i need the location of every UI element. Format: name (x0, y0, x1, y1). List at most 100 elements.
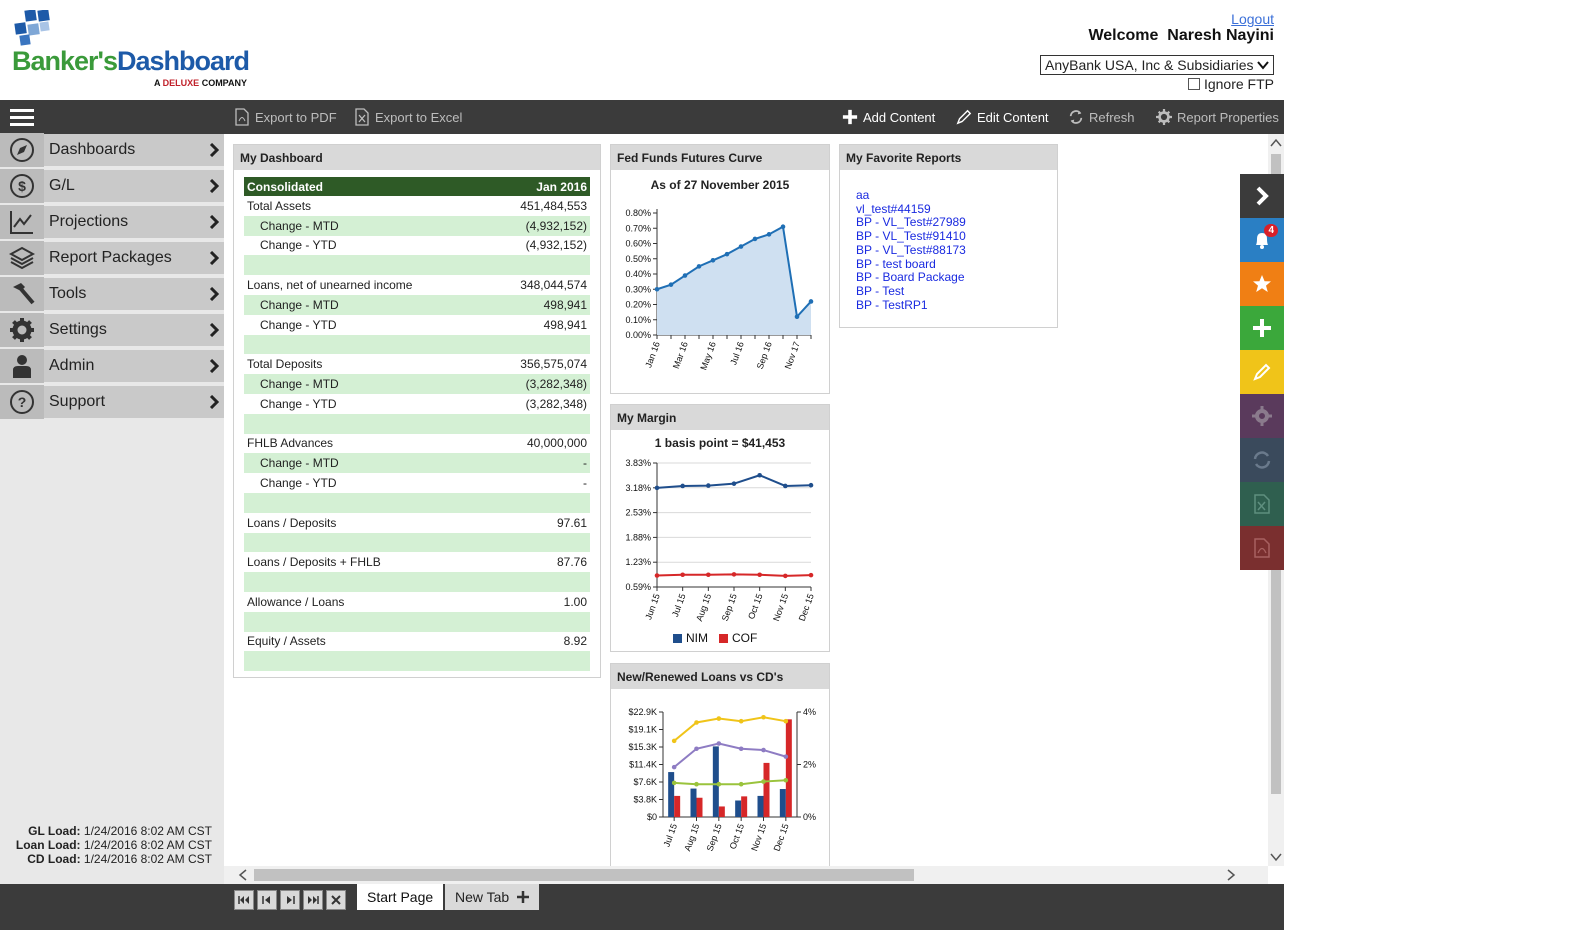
sidebar-item-label: Report Packages (49, 249, 172, 266)
svg-text:$: $ (18, 178, 26, 194)
chart-title: 1 basis point = $41,453 (654, 436, 786, 450)
sidebar-item-support[interactable]: ? Support (0, 385, 224, 420)
horizontal-scroll-thumb[interactable] (254, 869, 914, 881)
y2-tick-label: 2% (803, 760, 816, 770)
x-tick-label: Aug 15 (694, 592, 713, 622)
data-point (706, 483, 711, 488)
row-value: - (583, 476, 587, 491)
row-value: 356,575,074 (520, 357, 587, 372)
blank-area (1284, 0, 1580, 930)
y-tick-label: $11.4K (629, 760, 657, 770)
notifications-button[interactable]: 4 (1240, 218, 1284, 262)
data-point (761, 779, 766, 784)
scroll-right-icon[interactable] (1224, 866, 1238, 884)
table-row: Total Assets 451,484,553 (244, 196, 590, 216)
data-point (716, 716, 722, 721)
sidebar-item-report-packages[interactable]: Report Packages (0, 241, 224, 276)
scroll-up-icon[interactable] (1268, 136, 1284, 150)
x-tick-label: Dec 15 (772, 822, 791, 852)
logo-tagline: A DELUXE COMPANY (154, 78, 248, 88)
logo-wordmark: Banker'sDashboard (12, 46, 250, 76)
favorite-report-link[interactable]: BP - VL_Test#91410 (856, 229, 966, 244)
bank-select[interactable]: AnyBank USA, Inc & Subsidiaries (1040, 55, 1274, 75)
rail-add-content-button[interactable] (1240, 306, 1284, 350)
loans-vs-cds-chart: $0 $3.8K $7.6K $11.4K $15.3K $19.1K $22.9K 0% 2%… (628, 707, 816, 852)
rail-export-excel-button[interactable] (1240, 482, 1284, 526)
favorite-report-link[interactable]: BP - Board Package (856, 271, 966, 285)
report-properties-label: Report Properties (1177, 109, 1279, 125)
my-margin-panel: My Margin 1 basis point = $41,453 0.59% 1… (610, 404, 830, 652)
add-content-button[interactable]: Add Content (842, 108, 935, 126)
logout-link[interactable]: Logout (1231, 11, 1274, 27)
scroll-down-icon[interactable] (1268, 850, 1284, 864)
previous-tab-button[interactable] (257, 890, 277, 910)
edit-content-button[interactable]: Edit Content (956, 108, 1049, 126)
close-tab-button[interactable] (326, 890, 346, 910)
ignore-ftp-option[interactable]: Ignore FTP (1187, 76, 1274, 92)
sidebar-item-dashboards[interactable]: Dashboards (0, 133, 224, 168)
refresh-button[interactable]: Refresh (1068, 108, 1135, 126)
step-back-icon (262, 896, 270, 904)
compass-icon (0, 133, 44, 167)
first-tab-button[interactable] (234, 890, 254, 910)
chevron-right-icon (204, 349, 224, 383)
favorite-report-link[interactable]: BP - VL_Test#27989 (856, 216, 966, 230)
table-row: Total Deposits 356,575,074 (244, 354, 590, 374)
row-label: Change - YTD (260, 238, 337, 253)
tab-new-tab[interactable]: New Tab (445, 884, 540, 910)
sidebar-item-settings[interactable]: Settings (0, 313, 224, 348)
sidebar-item-gl[interactable]: $ G/L (0, 169, 224, 204)
x-tick-label: Nov 15 (749, 822, 768, 852)
next-tab-button[interactable] (280, 890, 300, 910)
rail-refresh-button[interactable] (1240, 438, 1284, 482)
hammer-icon (0, 277, 44, 311)
favorite-report-link[interactable]: vl_test#44159 (856, 202, 966, 217)
report-properties-button[interactable]: Report Properties (1156, 108, 1279, 126)
refresh-icon (1253, 451, 1271, 469)
sidebar-item-label: Projections (49, 213, 129, 230)
app-window: Banker'sDashboard A DELUXE COMPANY Logou… (0, 0, 1284, 930)
column-period: Jan 2016 (536, 179, 587, 194)
dashboard-table: Consolidated Jan 2016 Total Assets 451,48… (244, 177, 590, 672)
bankers-dashboard-logo[interactable]: Banker'sDashboard A DELUXE COMPANY (12, 10, 272, 90)
rail-edit-content-button[interactable] (1240, 350, 1284, 394)
favorite-report-link[interactable]: BP - VL_Test#88173 (856, 243, 966, 258)
favorite-report-link[interactable]: aa (856, 188, 966, 203)
export-pdf-button[interactable]: Export to PDF (234, 108, 337, 126)
y-tick-label: $0 (647, 812, 657, 822)
ignore-ftp-checkbox[interactable] (1187, 78, 1200, 90)
loans-vs-cds-panel: New/Renewed Loans vs CD's $0 $3.8K $7.6K $1… (610, 663, 830, 874)
export-excel-button[interactable]: Export to Excel (354, 108, 462, 126)
chevron-right-icon (204, 313, 224, 347)
tab-start-page[interactable]: Start Page (357, 884, 444, 910)
data-point (808, 299, 814, 304)
bar (757, 795, 764, 817)
hamburger-menu-icon[interactable] (10, 109, 34, 127)
data-point (761, 747, 766, 753)
bar (718, 806, 725, 817)
row-value: 97.61 (556, 515, 587, 530)
rail-export-pdf-button[interactable] (1240, 526, 1284, 570)
collapse-rail-button[interactable] (1240, 174, 1284, 218)
chevron-right-icon (204, 169, 224, 203)
rail-settings-button[interactable] (1240, 394, 1284, 438)
row-label: Change - YTD (260, 396, 337, 411)
last-tab-button[interactable] (303, 890, 323, 910)
x-tick-label: Aug 15 (682, 822, 701, 852)
scroll-left-icon[interactable] (236, 866, 250, 884)
favorite-report-link[interactable]: BP - test board (856, 257, 966, 272)
sidebar-item-admin[interactable]: Admin (0, 349, 224, 384)
excel-file-icon (355, 108, 369, 126)
pen-icon (956, 109, 972, 125)
favorites-button[interactable] (1240, 262, 1284, 306)
data-point (731, 481, 737, 486)
sidebar-item-tools[interactable]: Tools (0, 277, 224, 312)
horizontal-scrollbar[interactable] (224, 866, 1268, 884)
favorite-report-link[interactable]: BP - Test (856, 284, 966, 299)
data-point (680, 572, 685, 578)
favorite-report-link[interactable]: BP - TestRP1 (856, 298, 966, 313)
sidebar-item-projections[interactable]: Projections (0, 205, 224, 240)
logo-squares-icon (14, 10, 50, 46)
edit-content-label: Edit Content (977, 109, 1049, 125)
svg-text:?: ? (18, 394, 27, 410)
